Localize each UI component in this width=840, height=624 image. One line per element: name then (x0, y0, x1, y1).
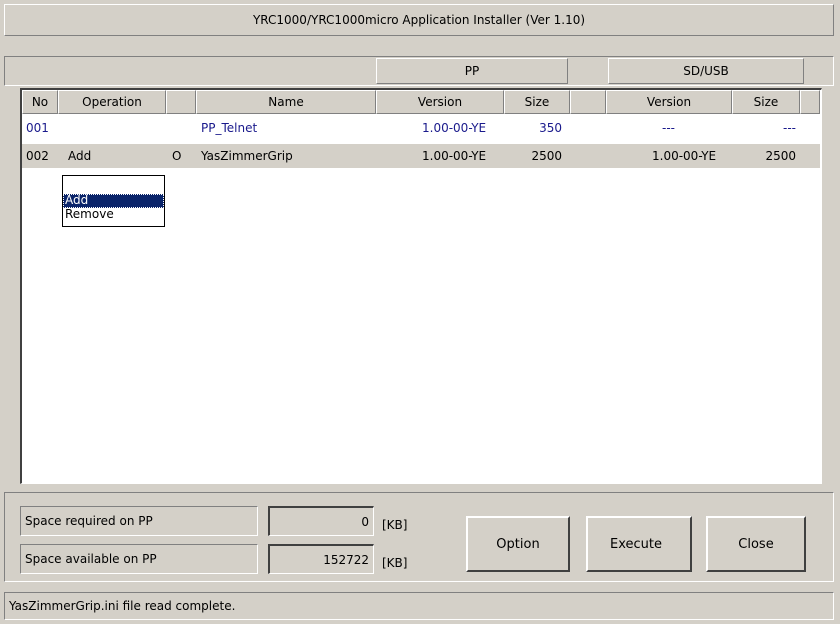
column-header-no[interactable]: No (22, 90, 58, 114)
space-required-field: 0 (268, 506, 374, 536)
row-mark: O (172, 149, 182, 163)
table-row[interactable]: 002 Add O YasZimmerGrip 1.00-00-YE 2500 … (22, 144, 820, 168)
dropdown-current-value[interactable] (63, 176, 164, 192)
row-pp-version: 1.00-00-YE (422, 149, 487, 163)
column-header-sd-version[interactable]: Version (606, 90, 732, 114)
row-pp-size: 350 (539, 121, 562, 135)
package-table: No Operation Name Version Size Version S… (20, 88, 822, 484)
row-pp-version: 1.00-00-YE (422, 121, 487, 135)
column-header-spacer (570, 90, 606, 114)
space-required-unit: [KB] (382, 518, 408, 532)
group-header-sd-usb: SD/USB (608, 58, 804, 84)
column-header-filler (800, 90, 820, 114)
row-pp-size: 2500 (531, 149, 562, 163)
column-header-mark[interactable] (166, 90, 196, 114)
column-header-operation[interactable]: Operation (58, 90, 166, 114)
column-header-pp-size[interactable]: Size (504, 90, 570, 114)
row-sd-version: 1.00-00-YE (652, 149, 717, 163)
table-row[interactable]: 001 PP_Telnet 1.00-00-YE 350 --- --- (22, 116, 820, 140)
column-header-pp-version[interactable]: Version (376, 90, 504, 114)
row-sd-version: --- (662, 121, 675, 135)
row-name: PP_Telnet (201, 121, 258, 135)
row-no: 002 (26, 149, 49, 163)
row-no: 001 (26, 121, 49, 135)
space-required-label: Space required on PP (20, 506, 258, 536)
option-button[interactable]: Option (466, 516, 570, 572)
row-sd-size: --- (783, 121, 796, 135)
operation-dropdown[interactable]: Add Remove (62, 175, 165, 227)
row-sd-size: 2500 (765, 149, 796, 163)
group-header-pp: PP (376, 58, 568, 84)
status-bar: YasZimmerGrip.ini file read complete. (4, 592, 834, 620)
dropdown-option-remove[interactable]: Remove (63, 208, 164, 222)
close-button[interactable]: Close (706, 516, 806, 572)
space-available-unit: [KB] (382, 556, 408, 570)
row-operation[interactable]: Add (68, 144, 91, 168)
column-header-name[interactable]: Name (196, 90, 376, 114)
row-name: YasZimmerGrip (201, 149, 293, 163)
status-text: YasZimmerGrip.ini file read complete. (9, 599, 236, 613)
window-title: YRC1000/YRC1000micro Application Install… (252, 13, 586, 27)
space-available-label: Space available on PP (20, 544, 258, 574)
dropdown-option-add[interactable]: Add (63, 194, 164, 208)
space-available-field: 152722 (268, 544, 374, 574)
execute-button[interactable]: Execute (586, 516, 692, 572)
column-header-sd-size[interactable]: Size (732, 90, 800, 114)
window-title-bar: YRC1000/YRC1000micro Application Install… (4, 4, 834, 36)
